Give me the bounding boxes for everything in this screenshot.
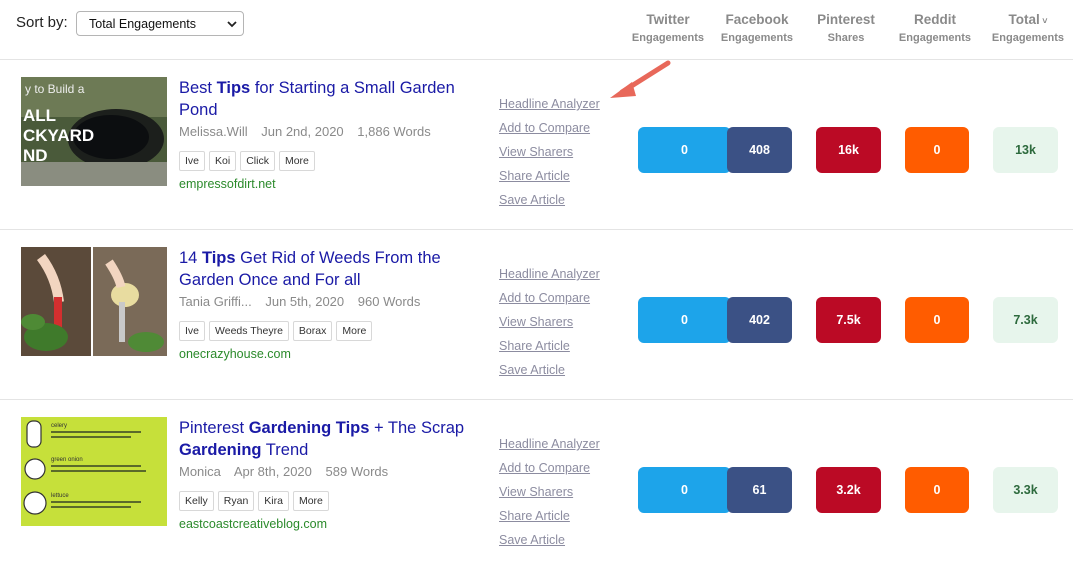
pinterest-shares-badge[interactable]: 16k — [816, 127, 881, 173]
facebook-engagements-badge[interactable]: 61 — [727, 467, 792, 513]
article-title-link[interactable]: 14 Tips Get Rid of Weeds From the Garden… — [179, 247, 469, 291]
article-tags: Ive Koi Click More — [179, 151, 315, 171]
thumbnail-text: lettuce — [51, 493, 69, 499]
total-engagements-badge[interactable]: 13k — [993, 127, 1058, 173]
thumbnail-text: ND — [23, 146, 48, 165]
article-row: y to Build a ALL CKYARD ND Best Tips for… — [0, 60, 1073, 230]
arrow-annotation-icon — [610, 60, 671, 98]
article-meta: Monica Apr 8th, 2020 589 Words — [179, 464, 398, 479]
reddit-engagements-badge[interactable]: 0 — [905, 467, 969, 513]
share-article-link[interactable]: Share Article — [499, 164, 600, 188]
tag-more-button[interactable]: More — [292, 491, 329, 511]
thumbnail-text: CKYARD — [23, 126, 94, 145]
chevron-down-icon — [227, 21, 237, 28]
column-header-facebook[interactable]: Facebook Engagements — [712, 12, 802, 44]
view-sharers-link[interactable]: View Sharers — [499, 480, 600, 504]
sort-select[interactable]: Total Engagements — [76, 11, 244, 36]
toolbar: Sort by: Total Engagements Twitter Engag… — [0, 0, 1073, 60]
article-actions: Headline Analyzer Add to Compare View Sh… — [499, 432, 600, 552]
article-domain[interactable]: eastcoastcreativeblog.com — [179, 517, 327, 531]
article-author[interactable]: Monica — [179, 464, 221, 479]
twitter-engagements-badge[interactable]: 0 — [638, 127, 731, 173]
thumbnail-text: celery — [51, 423, 67, 429]
sort-label: Sort by: — [16, 14, 68, 31]
tag-more-button[interactable]: More — [336, 321, 373, 341]
article-actions: Headline Analyzer Add to Compare View Sh… — [499, 262, 600, 382]
total-engagements-badge[interactable]: 7.3k — [993, 297, 1058, 343]
article-row: 14 Tips Get Rid of Weeds From the Garden… — [0, 230, 1073, 400]
tag-chip[interactable]: Click — [240, 151, 275, 171]
view-sharers-link[interactable]: View Sharers — [499, 310, 600, 334]
article-author[interactable]: Melissa.Will — [179, 124, 248, 139]
headline-analyzer-link[interactable]: Headline Analyzer — [499, 262, 600, 286]
share-article-link[interactable]: Share Article — [499, 504, 600, 528]
thumbnail-text: ALL — [23, 106, 56, 125]
tag-chip[interactable]: Weeds Theyre — [209, 321, 289, 341]
article-thumbnail[interactable] — [21, 247, 167, 356]
article-thumbnail[interactable]: celery green onion lettuce — [21, 417, 167, 526]
thumbnail-text: y to Build a — [25, 82, 85, 96]
chevron-down-icon: ˅ — [1039, 16, 1048, 26]
article-meta: Tania Griffi... Jun 5th, 2020 960 Words — [179, 294, 430, 309]
facebook-engagements-badge[interactable]: 402 — [727, 297, 792, 343]
article-tags: Kelly Ryan Kira More — [179, 491, 329, 511]
article-word-count: 1,886 Words — [357, 124, 431, 139]
article-title-link[interactable]: Pinterest Gardening Tips + The Scrap Gar… — [179, 417, 469, 461]
pinterest-shares-badge[interactable]: 3.2k — [816, 467, 881, 513]
sort-select-value: Total Engagements — [89, 17, 197, 31]
article-tags: Ive Weeds Theyre Borax More — [179, 321, 373, 341]
pinterest-shares-badge[interactable]: 7.5k — [816, 297, 881, 343]
twitter-engagements-badge[interactable]: 0 — [638, 467, 731, 513]
save-article-link[interactable]: Save Article — [499, 528, 600, 552]
total-engagements-badge[interactable]: 3.3k — [993, 467, 1058, 513]
facebook-engagements-badge[interactable]: 408 — [727, 127, 792, 173]
tag-chip[interactable]: Kelly — [179, 491, 214, 511]
column-header-reddit[interactable]: Reddit Engagements — [890, 12, 980, 44]
article-date: Apr 8th, 2020 — [233, 464, 312, 479]
add-to-compare-link[interactable]: Add to Compare — [499, 286, 600, 310]
tag-chip[interactable]: Ive — [179, 151, 206, 171]
add-to-compare-link[interactable]: Add to Compare — [499, 116, 600, 140]
column-header-total[interactable]: Total ˅ Engagements — [983, 12, 1073, 44]
tag-chip[interactable]: Ryan — [217, 491, 255, 511]
save-article-link[interactable]: Save Article — [499, 358, 600, 382]
thumbnail-text: green onion — [51, 457, 83, 463]
article-word-count: 589 Words — [325, 464, 389, 479]
article-word-count: 960 Words — [357, 294, 421, 309]
reddit-engagements-badge[interactable]: 0 — [905, 297, 969, 343]
column-header-twitter[interactable]: Twitter Engagements — [623, 12, 713, 44]
twitter-engagements-badge[interactable]: 0 — [638, 297, 731, 343]
view-sharers-link[interactable]: View Sharers — [499, 140, 600, 164]
article-domain[interactable]: empressofdirt.net — [179, 177, 276, 191]
article-actions: Headline Analyzer Add to Compare View Sh… — [499, 92, 600, 212]
tag-chip[interactable]: Kira — [258, 491, 289, 511]
save-article-link[interactable]: Save Article — [499, 188, 600, 212]
article-title-link[interactable]: Best Tips for Starting a Small Garden Po… — [179, 77, 469, 121]
article-domain[interactable]: onecrazyhouse.com — [179, 347, 291, 361]
tag-chip[interactable]: Borax — [292, 321, 333, 341]
add-to-compare-link[interactable]: Add to Compare — [499, 456, 600, 480]
column-header-pinterest[interactable]: Pinterest Shares — [801, 12, 891, 44]
article-date: Jun 5th, 2020 — [265, 294, 345, 309]
reddit-engagements-badge[interactable]: 0 — [905, 127, 969, 173]
article-author[interactable]: Tania Griffi... — [179, 294, 252, 309]
share-article-link[interactable]: Share Article — [499, 334, 600, 358]
article-row: celery green onion lettuce Pinterest Gar… — [0, 400, 1073, 568]
article-date: Jun 2nd, 2020 — [261, 124, 344, 139]
article-thumbnail[interactable]: y to Build a ALL CKYARD ND — [21, 77, 167, 186]
tag-more-button[interactable]: More — [278, 151, 315, 171]
article-meta: Melissa.Will Jun 2nd, 2020 1,886 Words — [179, 124, 441, 139]
tag-chip[interactable]: Ive — [179, 321, 206, 341]
tag-chip[interactable]: Koi — [209, 151, 237, 171]
headline-analyzer-link[interactable]: Headline Analyzer — [499, 432, 600, 456]
headline-analyzer-link[interactable]: Headline Analyzer — [499, 92, 600, 116]
